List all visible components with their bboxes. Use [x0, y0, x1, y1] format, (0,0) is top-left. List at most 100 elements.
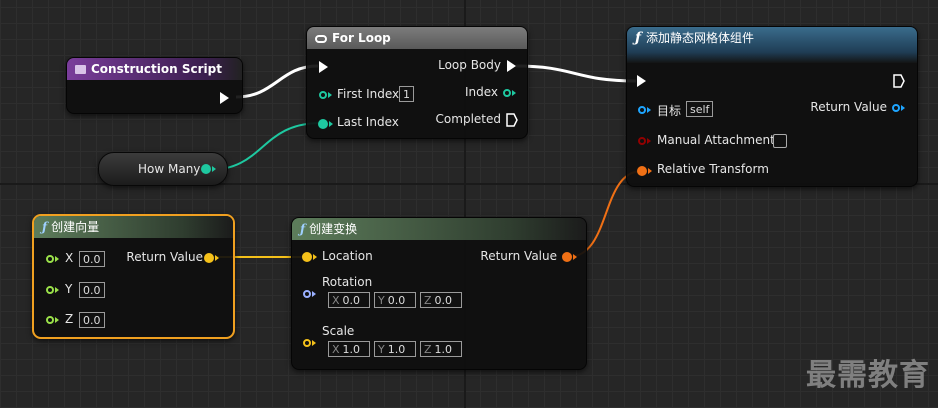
location-pin[interactable] — [302, 252, 312, 262]
addmesh-exec-in-pin[interactable] — [637, 75, 646, 87]
manual-attachment-label: Manual Attachment — [657, 133, 775, 147]
vector-y-input[interactable]: 0.0 — [79, 282, 105, 298]
scale-z-axis-label: Z — [424, 343, 432, 356]
construction-script-header[interactable]: Construction Script — [67, 58, 242, 80]
construction-exec-out-pin[interactable] — [220, 92, 229, 104]
index-out-pin[interactable] — [503, 89, 511, 97]
vector-x-arrow-icon — [55, 256, 59, 262]
rotation-pin[interactable] — [303, 290, 311, 298]
last-index-pin[interactable] — [318, 119, 328, 129]
make-vector-node[interactable]: ƒ 创建向量 X 0.0 Y 0.0 Z 0.0 Return Value — [32, 214, 235, 339]
construction-script-title: Construction Script — [91, 62, 222, 76]
rotation-x-input[interactable]: X 0.0 — [328, 292, 370, 308]
rotation-z-axis-label: Z — [424, 294, 432, 307]
first-index-arrow-icon — [328, 92, 332, 98]
for-loop-header[interactable]: For Loop — [307, 27, 527, 49]
manual-attachment-checkbox[interactable] — [773, 134, 787, 148]
loop-body-label: Loop Body — [438, 58, 501, 72]
first-index-pin[interactable] — [319, 91, 327, 99]
location-label: Location — [322, 249, 373, 263]
exec-wire-loopbody-to-addmesh — [515, 64, 637, 83]
rotation-z-input[interactable]: Z 0.0 — [420, 292, 462, 308]
relative-transform-arrow-icon — [648, 168, 652, 174]
completed-exec-out-pin[interactable] — [506, 113, 518, 127]
make-transform-header[interactable]: ƒ 创建变换 — [292, 218, 586, 240]
how-many-arrow-icon — [212, 166, 216, 172]
for-loop-node[interactable]: For Loop First Index 1 Last Index Loop B… — [306, 26, 528, 139]
how-many-variable-node[interactable]: How Many — [98, 152, 228, 186]
target-label: 目标 — [657, 104, 682, 118]
vector-return-value-pin[interactable] — [204, 253, 214, 263]
completed-label: Completed — [435, 112, 501, 126]
add-static-mesh-component-node[interactable]: ƒ 添加静态网格体组件 目标 self Return Value Manual A… — [626, 26, 918, 187]
make-transform-node[interactable]: ƒ 创建变换 Location Return Value Rotation X 0.… — [291, 217, 587, 370]
watermark: 最需教育 — [806, 358, 930, 393]
rotation-y-value: 0.0 — [387, 294, 406, 307]
addmesh-exec-out-pin[interactable] — [893, 74, 905, 88]
loop-icon — [315, 34, 327, 43]
vector-return-arrow-icon — [215, 255, 219, 261]
rotation-x-axis-label: X — [332, 294, 340, 307]
vector-y-pin[interactable] — [46, 286, 54, 294]
vector-x-label: X — [65, 251, 74, 265]
manual-attachment-arrow-icon — [647, 138, 651, 144]
vector-y-label: Y — [65, 282, 73, 296]
rotation-z-value: 0.0 — [434, 294, 453, 307]
target-arrow-icon — [647, 107, 651, 113]
for-loop-title: For Loop — [332, 31, 391, 45]
scale-pin[interactable] — [303, 339, 311, 347]
rotation-x-value: 0.0 — [342, 294, 361, 307]
scale-x-value: 1.0 — [342, 343, 361, 356]
make-vector-title: 创建向量 — [51, 220, 100, 234]
make-transform-title: 创建变换 — [309, 222, 358, 236]
vector-x-pin[interactable] — [46, 255, 54, 263]
scale-y-value: 1.0 — [387, 343, 406, 356]
scale-y-axis-label: Y — [378, 343, 385, 356]
scale-y-input[interactable]: Y 1.0 — [374, 341, 416, 357]
manual-attachment-pin[interactable] — [638, 137, 646, 145]
last-index-label: Last Index — [337, 115, 399, 129]
how-many-out-pin[interactable] — [201, 164, 211, 174]
transform-return-value-pin[interactable] — [562, 252, 572, 262]
scale-x-input[interactable]: X 1.0 — [328, 341, 370, 357]
relative-transform-label: Relative Transform — [657, 162, 769, 176]
make-transform-function-icon: ƒ — [300, 222, 306, 236]
scale-label: Scale — [322, 324, 355, 338]
add-static-mesh-title: 添加静态网格体组件 — [646, 31, 755, 45]
loop-body-exec-out-pin[interactable] — [507, 60, 516, 72]
construction-script-node[interactable]: Construction Script — [66, 57, 243, 114]
vector-x-input[interactable]: 0.0 — [79, 251, 105, 267]
transform-return-arrow-icon — [573, 254, 577, 260]
add-static-mesh-header[interactable]: ƒ 添加静态网格体组件 — [627, 27, 917, 63]
transform-return-value-label: Return Value — [480, 249, 557, 263]
index-label: Index — [464, 85, 498, 99]
forloop-exec-in-pin[interactable] — [319, 61, 328, 73]
location-arrow-icon — [313, 254, 317, 260]
index-arrow-icon — [512, 90, 516, 96]
rotation-y-input[interactable]: Y 0.0 — [374, 292, 416, 308]
vector-return-value-label: Return Value — [126, 250, 203, 264]
make-vector-header[interactable]: ƒ 创建向量 — [34, 216, 233, 238]
scale-z-value: 1.0 — [434, 343, 453, 356]
target-self-value: self — [686, 101, 714, 117]
rotation-y-axis-label: Y — [378, 294, 385, 307]
first-index-label: First Index — [337, 87, 400, 101]
vector-z-pin[interactable] — [46, 316, 54, 324]
relative-transform-pin[interactable] — [637, 166, 647, 176]
construction-icon — [75, 65, 86, 74]
rotation-arrow-icon — [312, 291, 316, 297]
function-icon: ƒ — [635, 30, 642, 46]
first-index-input[interactable]: 1 — [399, 86, 414, 102]
how-many-label: How Many — [138, 162, 201, 176]
vector-y-arrow-icon — [55, 287, 59, 293]
pure-function-icon: ƒ — [42, 220, 48, 234]
rotation-label: Rotation — [322, 275, 373, 289]
return-value-label: Return Value — [810, 100, 887, 114]
vector-z-arrow-icon — [55, 317, 59, 323]
return-value-out-pin[interactable] — [892, 104, 900, 112]
scale-z-input[interactable]: Z 1.0 — [420, 341, 462, 357]
scale-x-axis-label: X — [332, 343, 340, 356]
vector-z-input[interactable]: 0.0 — [79, 312, 105, 328]
target-pin[interactable] — [638, 106, 646, 114]
return-value-arrow-icon — [901, 105, 905, 111]
